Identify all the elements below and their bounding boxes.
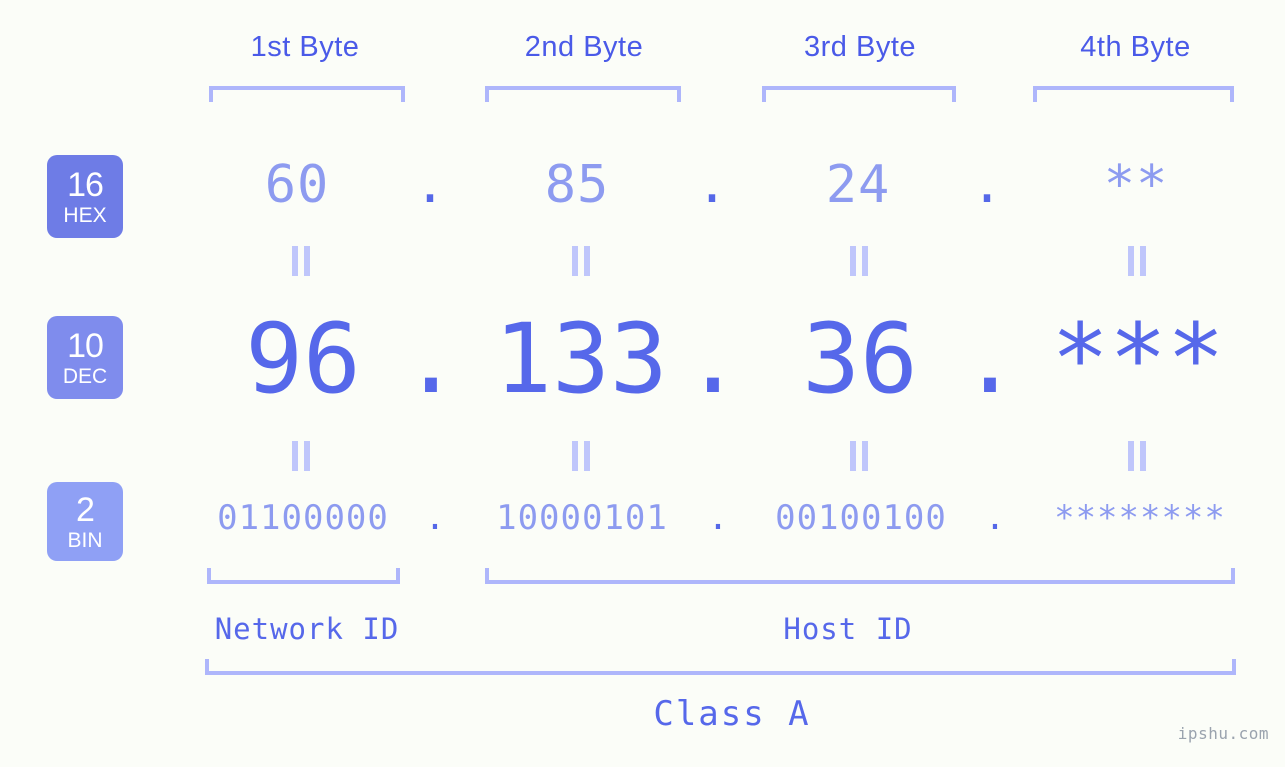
host-id-label: Host ID [783,612,913,646]
hex-separator-1: . [414,155,446,215]
equals-connector-hex-dec-2 [571,246,591,276]
class-label: Class A [653,694,811,734]
byte-bracket-1 [209,86,405,102]
network-id-bracket [207,568,400,584]
bin-byte-1: 01100000 [217,498,389,538]
base-badge-bin-number: 2 [76,490,95,529]
byte-header-4: 4th Byte [1080,31,1191,63]
base-badge-hex-name: HEX [63,203,107,227]
dec-separator-2: . [684,303,742,415]
host-id-bracket [485,568,1235,584]
ip-breakdown-diagram: 1st Byte 2nd Byte 3rd Byte 4th Byte 16 H… [0,0,1285,767]
bin-byte-3: 00100100 [775,498,947,538]
hex-separator-2: . [696,155,728,215]
base-badge-hex-number: 16 [67,165,104,204]
dec-byte-3: 36 [802,303,918,415]
equals-connector-dec-bin-3 [849,441,869,471]
byte-bracket-2 [485,86,681,102]
base-badge-bin-name: BIN [67,528,103,552]
bin-byte-2: 10000101 [496,498,668,538]
base-badge-hex: 16 HEX [47,155,123,238]
bin-separator-1: . [424,498,446,538]
bin-separator-2: . [707,498,729,538]
hex-byte-4: ** [1103,155,1169,215]
base-badge-dec-name: DEC [62,364,108,388]
dec-byte-2: 133 [494,303,668,415]
class-bracket [205,659,1236,675]
base-badge-dec: 10 DEC [47,316,123,399]
equals-connector-dec-bin-4 [1127,441,1147,471]
byte-header-2: 2nd Byte [524,31,644,63]
equals-connector-dec-bin-2 [571,441,591,471]
base-badge-bin: 2 BIN [47,482,123,561]
equals-connector-dec-bin-1 [291,441,311,471]
equals-connector-hex-dec-3 [849,246,869,276]
dec-byte-1: 96 [245,303,361,415]
watermark: ipshu.com [1177,724,1269,743]
bin-byte-4: ******** [1054,498,1226,538]
dec-separator-1: . [402,303,460,415]
byte-bracket-4 [1033,86,1234,102]
hex-separator-3: . [971,155,1003,215]
network-id-label: Network ID [214,612,400,646]
byte-bracket-3 [762,86,956,102]
byte-header-3: 3rd Byte [804,31,916,63]
hex-byte-3: 24 [825,155,891,215]
equals-connector-hex-dec-4 [1127,246,1147,276]
byte-header-1: 1st Byte [250,31,360,63]
hex-byte-2: 85 [544,155,610,215]
base-badge-dec-number: 10 [67,326,104,365]
dec-byte-4: *** [1051,303,1225,415]
hex-byte-1: 60 [264,155,330,215]
equals-connector-hex-dec-1 [291,246,311,276]
dec-separator-3: . [961,303,1019,415]
bin-separator-3: . [984,498,1006,538]
